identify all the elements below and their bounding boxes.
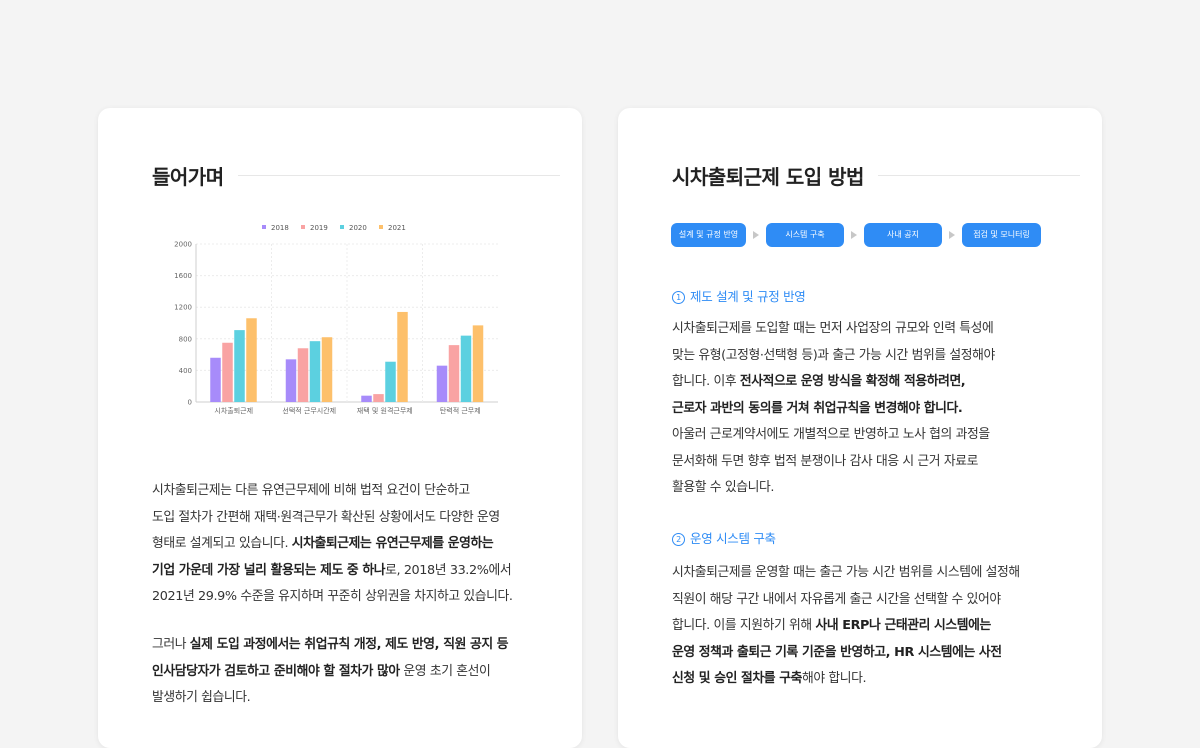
emphasis-text: 전사적으로 운영 방식을 확정해 적용하려면, (739, 374, 966, 389)
intro-card: 들어가며 0 400 800 1200 1600 2000 시차출퇴근제 선택적 근무시간제 재… (98, 108, 582, 748)
legend-swatch (262, 225, 266, 229)
text: 맞는 유형(고정형·선택형 등)과 출근 가능 시간 범위를 설정해야 (672, 347, 995, 363)
bar (373, 394, 384, 402)
emphasis-text: 운영 정책과 출퇴근 기록 기준을 반영하고, HR 시스템에는 사전 (672, 644, 1002, 660)
section-1-paragraph: 시차출퇴근제를 도입할 때는 먼저 사업장의 규모와 인력 특성에 맞는 유형(… (672, 316, 1062, 502)
section-2-paragraph: 시차출퇴근제를 운영할 때는 출근 가능 시간 범위를 시스템에 설정해 직원이… (672, 560, 1062, 693)
legend-swatch (340, 225, 344, 229)
intro-paragraph-2: 그러나 실제 도입 과정에서는 취업규칙 개정, 제도 반영, 직원 공지 등 … (152, 632, 542, 712)
bar (297, 348, 309, 402)
text: 로, 2018년 33.2%에서 (385, 562, 512, 578)
emphasis-text: 인사담당자가 검토하고 준비해야 할 절차가 많아 (152, 663, 400, 679)
section-1-heading: 1 제도 설계 및 규정 반영 (672, 286, 806, 305)
section-2-heading: 2 운영 시스템 구축 (672, 528, 776, 547)
text: 발생하기 쉽습니다. (152, 690, 251, 705)
bar (285, 359, 297, 402)
bar (460, 335, 472, 402)
step-monitoring: 점검 및 모니터링 (962, 223, 1041, 247)
number-1-icon: 1 (672, 291, 685, 304)
legend-label: 2019 (310, 224, 328, 232)
x-tick-label: 선택적 근무시간제 (282, 406, 336, 415)
title-divider (237, 174, 560, 176)
bar (246, 318, 257, 402)
text: 시차출퇴근제를 운영할 때는 출근 가능 시간 범위를 시스템에 설정해 (672, 565, 1020, 580)
bar-chart: 0 400 800 1200 1600 2000 시차출퇴근제 선택적 근무시간제 재택 및 원… (174, 224, 498, 415)
intro-header: 들어가며 (152, 162, 560, 189)
bar (361, 395, 372, 402)
bar (385, 361, 396, 402)
y-tick-label: 1600 (174, 272, 192, 280)
bar (472, 325, 484, 402)
y-tick-label: 800 (179, 335, 192, 343)
bar (309, 341, 321, 402)
y-tick-label: 2000 (174, 241, 192, 249)
legend-label: 2021 (388, 224, 406, 232)
arrow-right-icon (753, 231, 759, 239)
text: 시차출퇴근제를 도입할 때는 먼저 사업장의 규모와 인력 특성에 (672, 321, 994, 336)
bar (436, 365, 448, 402)
bar (321, 337, 333, 402)
text: 2021년 29.9% 수준을 유지하며 꾸준히 상위권을 차지하고 있습니다. (152, 589, 513, 604)
method-header: 시차출퇴근제 도입 방법 (672, 162, 1080, 189)
number-2-icon: 2 (672, 533, 685, 546)
method-card: 시차출퇴근제 도입 방법 설계 및 규정 반영 시스템 구축 사내 공지 점검 … (618, 108, 1102, 748)
step-design: 설계 및 규정 반영 (671, 223, 746, 247)
intro-title: 들어가며 (152, 164, 224, 189)
legend-label: 2020 (349, 224, 367, 232)
legend-swatch (379, 225, 383, 229)
method-title: 시차출퇴근제 도입 방법 (672, 164, 864, 189)
legend-label: 2018 (271, 224, 289, 232)
bar (210, 357, 221, 402)
emphasis-text: 신청 및 승인 절차를 구축 (672, 671, 802, 686)
text: 활용할 수 있습니다. (672, 480, 774, 495)
bar (397, 311, 408, 402)
text: 합니다. 이후 (672, 374, 740, 389)
legend-swatch (301, 225, 305, 229)
step-system: 시스템 구축 (766, 223, 844, 247)
y-tick-label: 1200 (174, 304, 192, 312)
arrow-right-icon (949, 231, 955, 239)
emphasis-text: 시차출퇴근제는 유연근무제를 운영하는 (291, 536, 494, 551)
text: 형태로 설계되고 있습니다. (152, 536, 292, 551)
intro-paragraph-1: 시차출퇴근제는 다른 유연근무제에 비해 법적 요건이 단순하고 도입 절차가 … (152, 478, 542, 611)
text: 운영 초기 혼선이 (399, 663, 491, 679)
emphasis-text: 실제 도입 과정에서는 취업규칙 개정, 제도 반영, 직원 공지 등 (189, 637, 509, 652)
text: 해야 합니다. (801, 671, 867, 686)
arrow-right-icon (851, 231, 857, 239)
step-notice: 사내 공지 (864, 223, 942, 247)
emphasis-text: 기업 가운데 가장 널리 활용되는 제도 중 하나 (152, 562, 386, 578)
emphasis-text: 사내 ERP나 근태관리 시스템에는 (815, 618, 991, 633)
usage-chart: 0 400 800 1200 1600 2000 시차출퇴근제 선택적 근무시간제 재택 및 원… (148, 216, 528, 458)
text: 그러나 (152, 637, 190, 652)
section-title: 제도 설계 및 규정 반영 (690, 289, 806, 304)
text: 문서화해 두면 향후 법적 분쟁이나 감사 대응 시 근거 자료로 (672, 453, 978, 469)
title-divider (877, 174, 1080, 176)
bar (234, 330, 245, 402)
x-tick-label: 시차출퇴근제 (214, 406, 253, 415)
text: 직원이 해당 구간 내에서 자유롭게 출근 시간을 선택할 수 있어야 (672, 591, 1001, 607)
text: 합니다. 이를 지원하기 위해 (672, 618, 816, 633)
emphasis-text: 근로자 과반의 동의를 거쳐 취업규칙을 변경해야 합니다. (672, 400, 963, 416)
section-title: 운영 시스템 구축 (690, 531, 776, 546)
bar (448, 345, 460, 402)
process-steps: 설계 및 규정 반영 시스템 구축 사내 공지 점검 및 모니터링 (671, 223, 1041, 247)
text: 시차출퇴근제는 다른 유연근무제에 비해 법적 요건이 단순하고 (152, 483, 470, 498)
text: 도입 절차가 간편해 재택·원격근무가 확산된 상황에서도 다양한 운영 (152, 509, 500, 525)
x-tick-label: 재택 및 원격근무제 (357, 406, 413, 415)
x-tick-label: 탄력적 근무제 (440, 406, 481, 415)
text: 아울러 근로계약서에도 개별적으로 반영하고 노사 협의 과정을 (672, 427, 990, 442)
y-tick-label: 400 (179, 367, 192, 375)
bar (222, 342, 233, 402)
y-tick-label: 0 (188, 399, 192, 407)
